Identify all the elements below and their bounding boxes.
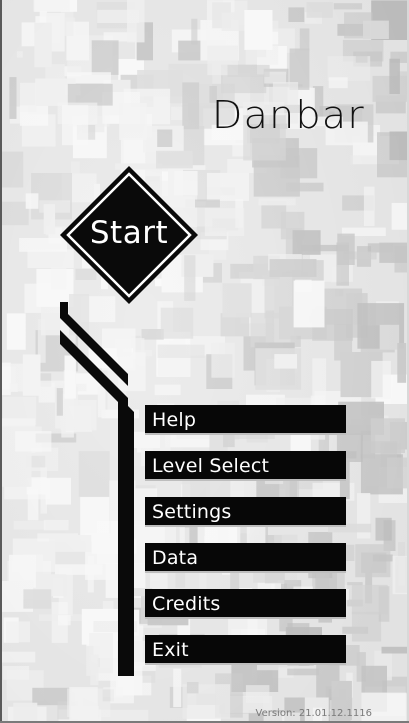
menu-level-select-button[interactable]: Level Select	[145, 451, 346, 481]
start-label: Start	[89, 215, 169, 251]
start-button[interactable]: Start	[58, 164, 200, 306]
frame-edge-left	[0, 0, 2, 723]
menu-data-button[interactable]: Data	[145, 543, 346, 573]
menu-credits-button[interactable]: Credits	[145, 589, 346, 619]
menu-help-button[interactable]: Help	[145, 405, 346, 435]
menu-bracket-decoration	[60, 302, 134, 676]
menu-exit-button[interactable]: Exit	[145, 635, 346, 665]
menu-settings-button[interactable]: Settings	[145, 497, 346, 527]
main-menu: Help Level Select Settings Data Credits …	[145, 405, 346, 681]
game-title: Danbar	[212, 93, 365, 137]
version-label: Version: 21.01.12.1116	[255, 708, 372, 719]
